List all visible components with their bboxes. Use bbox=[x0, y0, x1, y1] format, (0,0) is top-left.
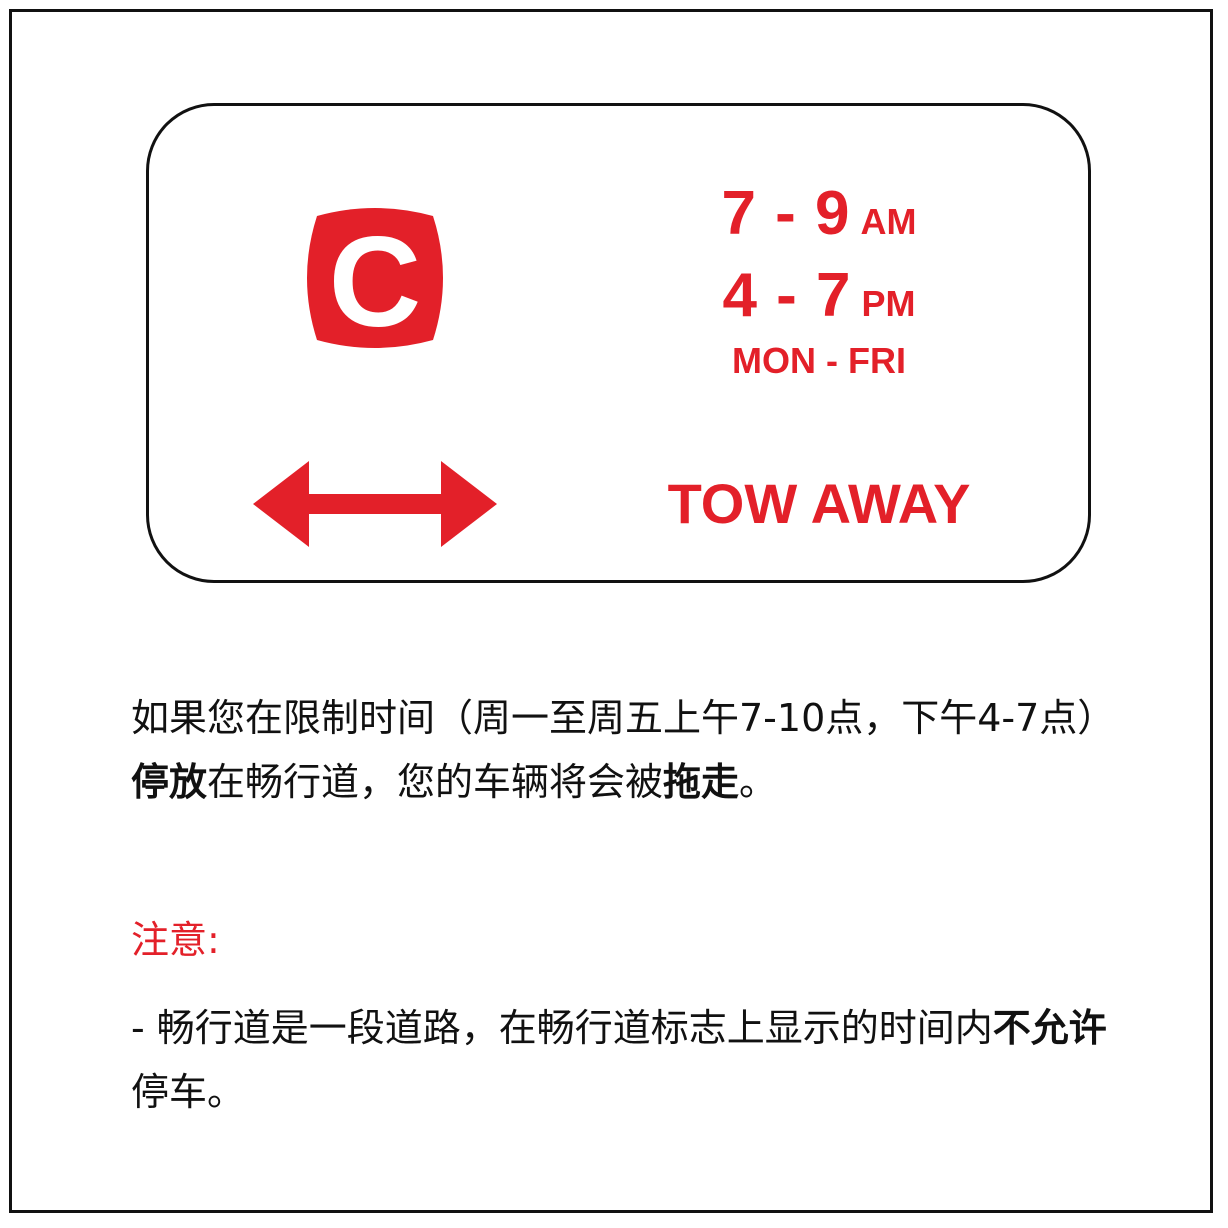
note-title: 注意: bbox=[131, 918, 220, 962]
tow-away-label: TOW AWAY bbox=[667, 472, 971, 535]
double-arrow-icon bbox=[253, 461, 497, 547]
morning-suffix: AM bbox=[860, 201, 917, 242]
paragraph1-part3: 。 bbox=[739, 760, 778, 804]
paragraph1-part1: 如果您在限制时间（周一至周五上午7-10点，下午4-7点） bbox=[131, 696, 1116, 740]
morning-time: 7 - 9 AM bbox=[669, 176, 969, 268]
tow-away-sign: C 7 - 9 AM 4 - 7 PM MON - FRI TOW AWAY bbox=[146, 103, 1091, 583]
evening-suffix: PM bbox=[861, 283, 916, 324]
note-part2: 停车。 bbox=[131, 1070, 246, 1114]
morning-range: 7 - 9 bbox=[721, 179, 851, 248]
paragraph1-part2: 在畅行道，您的车辆将会被 bbox=[207, 760, 664, 804]
restriction-paragraph: 如果您在限制时间（周一至周五上午7-10点，下午4-7点） 停放在畅行道，您的车辆… bbox=[131, 686, 1131, 814]
evening-range: 4 - 7 bbox=[722, 261, 852, 330]
badge-letter: C bbox=[329, 211, 421, 352]
note-part1: - 畅行道是一段道路，在畅行道标志上显示的时间内 bbox=[131, 1006, 993, 1050]
clearway-c-icon: C bbox=[307, 208, 443, 352]
paragraph1-bold-park: 停放 bbox=[131, 760, 208, 804]
note-paragraph: - 畅行道是一段道路，在畅行道标志上显示的时间内不允许停车。 bbox=[131, 996, 1131, 1124]
note-bold-not-allowed: 不允许 bbox=[992, 1006, 1107, 1050]
restriction-days: MON - FRI bbox=[732, 340, 906, 381]
paragraph1-bold-towed: 拖走 bbox=[663, 760, 740, 804]
